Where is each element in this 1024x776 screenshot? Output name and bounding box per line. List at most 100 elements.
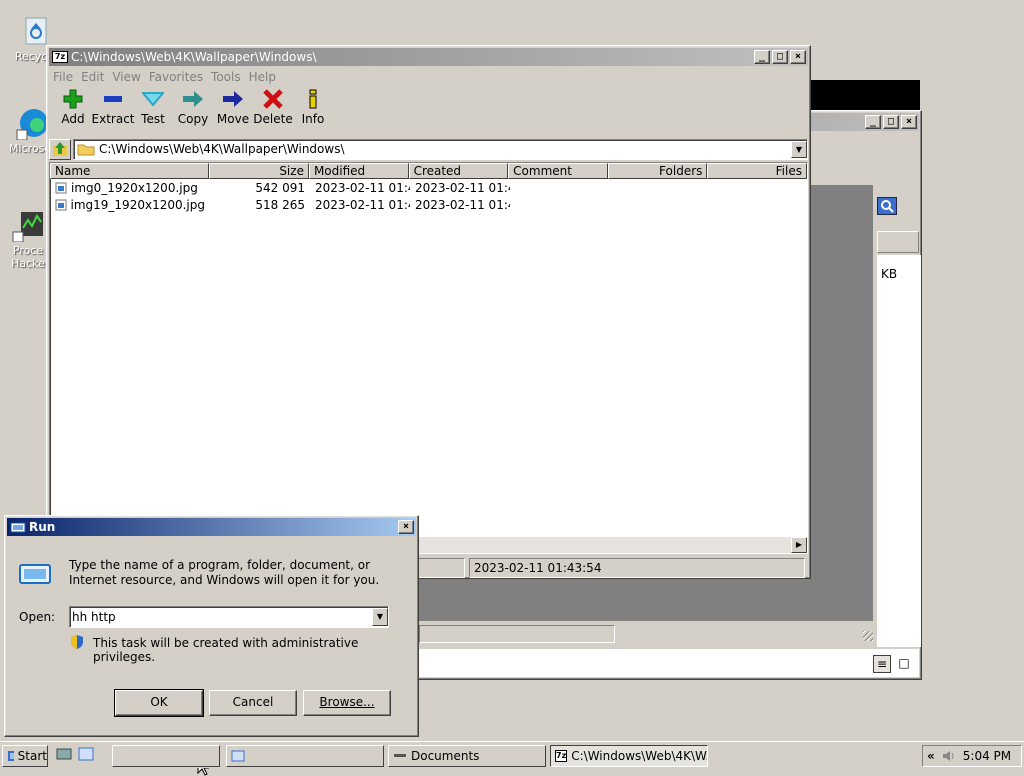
toolbar: Add Extract Test Copy Move Delete Info: [47, 86, 810, 132]
tray-expand-icon[interactable]: «: [927, 749, 935, 763]
resize-grip[interactable]: [863, 631, 873, 641]
window-icon: [231, 750, 245, 762]
close-button[interactable]: ×: [790, 50, 806, 64]
tiles-view-icon[interactable]: □: [895, 655, 913, 673]
minimize-button[interactable]: _: [865, 115, 881, 129]
start-button[interactable]: Start: [2, 745, 48, 767]
test-icon: [141, 88, 165, 110]
column-header-folders[interactable]: Folders: [607, 163, 708, 179]
menu-file[interactable]: File: [51, 70, 79, 84]
background-window-status-field: [419, 625, 615, 643]
edge-icon: [15, 106, 49, 141]
close-button[interactable]: ×: [398, 520, 414, 534]
background-window-search-icon[interactable]: [877, 197, 897, 215]
delete-label: Delete: [253, 112, 293, 126]
run-title: Run: [29, 520, 56, 534]
menu-edit[interactable]: Edit: [79, 70, 110, 84]
run-dialog[interactable]: Run × Type the name of a program, folder…: [4, 515, 419, 737]
explorer-quicklaunch-icon[interactable]: [78, 746, 94, 762]
extract-label: Extract: [91, 112, 135, 126]
file-modified: 2023-02-11 01:43: [315, 197, 410, 212]
file-row[interactable]: img0_1920x1200.jpg 542 091 2023-02-11 01…: [50, 179, 807, 196]
column-header-name[interactable]: Name: [50, 163, 210, 179]
menu-view[interactable]: View: [110, 70, 146, 84]
column-header-files[interactable]: Files: [707, 163, 807, 179]
address-dropdown-button[interactable]: ▼: [791, 140, 807, 158]
info-label: Info: [301, 112, 325, 126]
sevenzip-window[interactable]: 7z C:\Windows\Web\4K\Wallpaper\Windows\ …: [46, 45, 811, 579]
add-icon: [61, 88, 85, 110]
uac-shield-icon: [71, 635, 83, 649]
run-titlebar[interactable]: Run ×: [7, 518, 416, 536]
menu-tools[interactable]: Tools: [209, 70, 247, 84]
horizontal-scrollbar[interactable]: ▶: [410, 537, 807, 553]
folder-icon: [77, 144, 95, 156]
taskbar: Start Documents 7z C:\Windows\Web\4K\W..…: [0, 741, 1024, 768]
close-button[interactable]: ×: [901, 115, 917, 129]
background-window-list: [877, 255, 921, 647]
task-label: Documents: [411, 749, 480, 763]
maximize-button[interactable]: □: [772, 50, 788, 64]
copy-icon: [181, 88, 205, 110]
open-input[interactable]: [70, 609, 372, 625]
maximize-button[interactable]: □: [883, 115, 899, 129]
file-name: img19_1920x1200.jpg: [70, 197, 205, 212]
menu-help[interactable]: Help: [247, 70, 282, 84]
file-name: img0_1920x1200.jpg: [71, 180, 198, 195]
address-combobox[interactable]: C:\Windows\Web\4K\Wallpaper\Windows\ ▼: [73, 138, 808, 160]
up-arrow-icon: [53, 142, 67, 156]
size-unit-label: KB: [881, 267, 898, 281]
info-button[interactable]: Info: [293, 88, 333, 130]
file-size: 518 265: [255, 197, 305, 212]
system-tray: « 5:04 PM: [922, 745, 1022, 767]
background-window-header: [877, 231, 919, 253]
add-button[interactable]: Add: [53, 88, 93, 130]
copy-button[interactable]: Copy: [173, 88, 213, 130]
taskbar-task-window[interactable]: [226, 745, 384, 767]
browse-button[interactable]: Browse...: [303, 690, 391, 716]
address-bar: C:\Windows\Web\4K\Wallpaper\Windows\ ▼: [49, 138, 808, 160]
desktop-icon-label: Proce Hacke: [11, 244, 45, 270]
task-label: C:\Windows\Web\4K\W...: [571, 749, 708, 763]
details-view-icon[interactable]: ≡: [873, 655, 891, 673]
file-modified: 2023-02-11 01:43: [315, 180, 410, 195]
open-combobox[interactable]: ▼: [69, 606, 389, 628]
column-header-size[interactable]: Size: [209, 163, 309, 179]
background-window-bottom-panel: [417, 649, 919, 677]
file-list[interactable]: Name Size Modified Created Comment Folde…: [49, 162, 808, 554]
file-created: 2023-02-11 01:43: [415, 180, 510, 195]
delete-button[interactable]: Delete: [253, 88, 293, 130]
column-header-modified[interactable]: Modified: [308, 163, 409, 179]
move-label: Move: [216, 112, 250, 126]
status-datetime: 2023-02-11 01:43:54: [469, 558, 805, 578]
move-button[interactable]: Move: [213, 88, 253, 130]
file-row[interactable]: img19_1920x1200.jpg 518 265 2023-02-11 0…: [50, 196, 807, 213]
recycle-bin-icon: [19, 14, 53, 48]
copy-label: Copy: [177, 112, 209, 126]
minimize-button[interactable]: _: [754, 50, 770, 64]
volume-icon[interactable]: [941, 749, 957, 763]
column-header-created[interactable]: Created: [408, 163, 509, 179]
clock[interactable]: 5:04 PM: [963, 749, 1011, 763]
taskbar-task-documents[interactable]: Documents: [388, 745, 546, 767]
column-header-comment[interactable]: Comment: [508, 163, 608, 179]
extract-icon: [101, 88, 125, 110]
ok-button[interactable]: OK: [114, 689, 204, 717]
menu-favorites[interactable]: Favorites: [147, 70, 209, 84]
taskbar-task-sevenzip[interactable]: 7z C:\Windows\Web\4K\W...: [550, 745, 708, 767]
scroll-right-button[interactable]: ▶: [791, 537, 807, 553]
file-size: 542 091: [255, 180, 305, 195]
extract-button[interactable]: Extract: [91, 88, 135, 130]
taskbar-blank-task[interactable]: [112, 745, 220, 767]
open-dropdown-button[interactable]: ▼: [372, 608, 388, 626]
cancel-button[interactable]: Cancel: [209, 690, 297, 716]
menu-bar: File Edit View Favorites Tools Help: [47, 68, 810, 86]
folder-icon: [394, 754, 406, 757]
add-label: Add: [61, 112, 85, 126]
run-icon: [10, 522, 26, 533]
test-button[interactable]: Test: [133, 88, 173, 130]
file-created: 2023-02-11 01:43: [415, 197, 510, 212]
show-desktop-icon[interactable]: [56, 746, 72, 762]
sevenzip-titlebar[interactable]: 7z C:\Windows\Web\4K\Wallpaper\Windows\ …: [49, 48, 808, 66]
up-folder-button[interactable]: [49, 138, 71, 160]
